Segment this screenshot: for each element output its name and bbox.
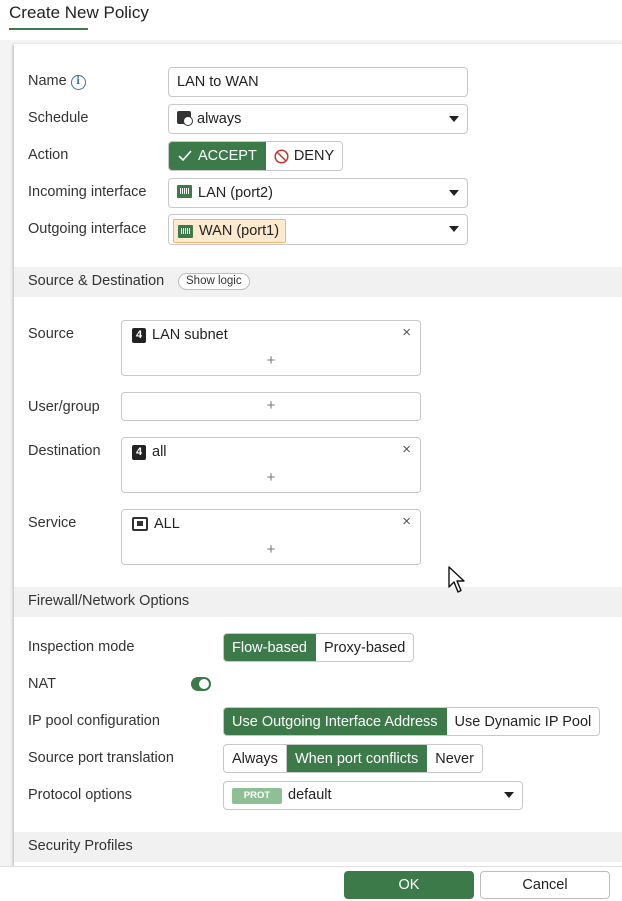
flow-based-button[interactable]: Flow-based <box>224 634 316 661</box>
user-group-label: User/group <box>28 399 100 415</box>
service-icon <box>132 517 148 531</box>
security-profiles-section: Security Profiles <box>14 832 622 862</box>
ip-pool-label: IP pool configuration <box>28 713 160 729</box>
source-field[interactable]: 4 LAN subnet × + <box>121 320 421 376</box>
add-user-group-icon[interactable]: + <box>122 397 420 414</box>
service-field[interactable]: ALL × + <box>121 509 421 565</box>
protocol-options-text: default <box>288 787 332 803</box>
page-title: Create New Policy <box>9 3 149 22</box>
add-service-icon[interactable]: + <box>122 541 420 558</box>
close-icon[interactable]: × <box>402 513 411 530</box>
chevron-down-icon <box>449 116 459 122</box>
destination-entry-text: all <box>152 444 167 460</box>
service-entry-text: ALL <box>154 516 180 532</box>
schedule-label: Schedule <box>28 110 89 126</box>
schedule-select[interactable]: always <box>168 104 468 134</box>
firewall-network-title: Firewall/Network Options <box>28 593 190 609</box>
mouse-cursor-icon <box>448 566 465 593</box>
name-input[interactable]: LAN to WAN <box>168 67 468 97</box>
inspection-mode-toggle: Flow-based Proxy-based <box>223 633 415 662</box>
source-port-translation-label: Source port translation <box>28 750 174 766</box>
protocol-options-value: PROT default <box>232 787 332 804</box>
user-group-field[interactable]: + <box>121 392 421 421</box>
source-label: Source <box>28 326 74 342</box>
protocol-options-label: Protocol options <box>28 787 132 803</box>
action-toggle: ACCEPT DENY <box>168 141 344 171</box>
protocol-badge: PROT <box>232 788 282 804</box>
protocol-options-select[interactable]: PROT default <box>223 781 523 810</box>
ok-button[interactable]: OK <box>344 871 474 899</box>
when-port-conflicts-button[interactable]: When port conflicts <box>286 745 428 772</box>
outgoing-interface-text: WAN (port1) <box>199 223 280 239</box>
security-profiles-title: Security Profiles <box>28 838 133 854</box>
accept-label: ACCEPT <box>198 148 257 164</box>
accept-button[interactable]: ACCEPT <box>169 142 266 170</box>
proxy-based-button[interactable]: Proxy-based <box>316 634 413 661</box>
network-interface-icon <box>177 185 192 198</box>
never-button[interactable]: Never <box>427 745 482 772</box>
name-label: Name i <box>28 73 86 90</box>
ip-pool-toggle: Use Outgoing Interface Address Use Dynam… <box>223 707 601 736</box>
action-label: Action <box>28 147 69 163</box>
policy-form-card: Name i LAN to WAN Schedule always Action … <box>14 44 622 866</box>
incoming-interface-value: LAN (port2) <box>177 185 273 201</box>
incoming-interface-label: Incoming interface <box>28 184 147 200</box>
nat-label: NAT <box>28 676 56 692</box>
inspection-mode-label: Inspection mode <box>28 639 135 655</box>
ipv4-address-icon: 4 <box>132 444 146 460</box>
outgoing-interface-label: Outgoing interface <box>28 221 147 237</box>
destination-entry: 4 all <box>132 444 167 460</box>
cancel-button[interactable]: Cancel <box>480 871 610 899</box>
name-input-value: LAN to WAN <box>177 74 259 90</box>
add-source-icon[interactable]: + <box>122 352 420 369</box>
nat-toggle[interactable] <box>191 677 211 691</box>
incoming-interface-select[interactable]: LAN (port2) <box>168 178 468 208</box>
add-destination-icon[interactable]: + <box>122 469 420 486</box>
deny-icon <box>274 148 289 164</box>
show-logic-button[interactable]: Show logic <box>178 273 250 290</box>
network-interface-icon <box>178 224 193 238</box>
source-entry: 4 LAN subnet <box>132 327 228 343</box>
schedule-value: always <box>177 111 241 127</box>
ipv4-address-icon: 4 <box>132 327 146 343</box>
outgoing-interface-tag: WAN (port1) <box>173 219 287 243</box>
close-icon[interactable]: × <box>402 324 411 341</box>
name-label-text: Name <box>28 73 67 89</box>
destination-label: Destination <box>28 443 101 459</box>
deny-label: DENY <box>293 148 335 164</box>
always-button[interactable]: Always <box>224 745 287 772</box>
deny-button[interactable]: DENY <box>266 142 342 170</box>
info-icon[interactable]: i <box>70 75 86 90</box>
firewall-network-section: Firewall/Network Options <box>14 587 622 617</box>
use-dynamic-ip-pool-button[interactable]: Use Dynamic IP Pool <box>447 708 600 735</box>
use-outgoing-interface-button[interactable]: Use Outgoing Interface Address <box>224 708 447 735</box>
source-destination-title: Source & Destination <box>28 273 165 289</box>
close-icon[interactable]: × <box>402 441 411 458</box>
service-entry: ALL <box>132 516 180 532</box>
check-icon <box>178 150 192 162</box>
source-port-translation-toggle: Always When port conflicts Never <box>223 744 483 773</box>
schedule-value-text: always <box>197 111 242 127</box>
schedule-icon <box>177 111 193 126</box>
chevron-down-icon <box>504 792 514 798</box>
chevron-down-icon <box>449 226 459 232</box>
service-label: Service <box>28 515 77 531</box>
destination-field[interactable]: 4 all × + <box>121 437 421 493</box>
source-destination-section: Source & Destination Show logic <box>14 267 622 297</box>
outgoing-interface-select[interactable]: WAN (port1) <box>168 214 468 245</box>
incoming-interface-text: LAN (port2) <box>198 185 273 201</box>
source-entry-text: LAN subnet <box>152 327 228 343</box>
title-underline <box>9 28 88 30</box>
dialog-footer: OK Cancel <box>0 866 622 901</box>
chevron-down-icon <box>449 190 459 196</box>
